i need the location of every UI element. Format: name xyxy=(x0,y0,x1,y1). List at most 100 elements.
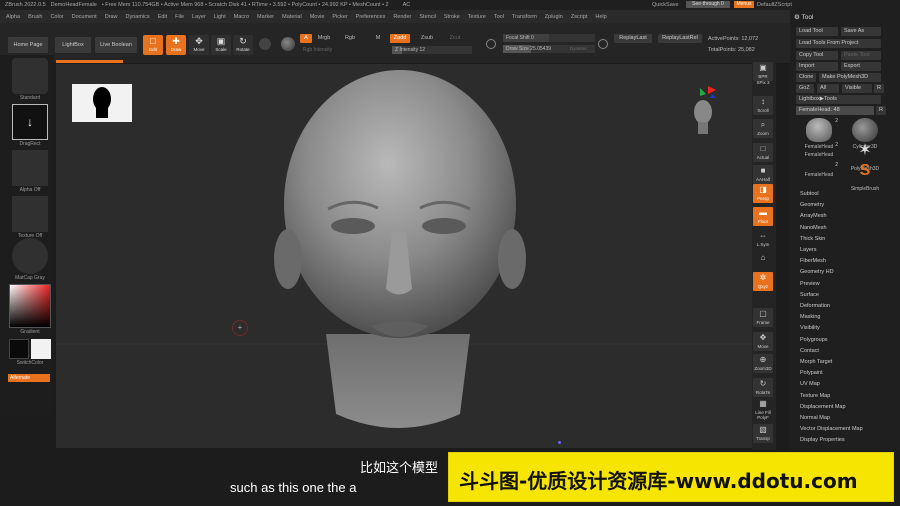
navigation-cube-icon[interactable] xyxy=(686,86,716,140)
load-tools-from-project-button[interactable]: Load Tools From Project xyxy=(796,39,881,48)
subpalette-polypaint[interactable]: Polypaint xyxy=(800,370,823,376)
actual-button[interactable]: □ Actual xyxy=(753,143,773,162)
scroll-button[interactable]: ↕ Scroll xyxy=(753,96,773,115)
alpha-selector[interactable]: Alpha Off xyxy=(9,150,51,193)
floor-button[interactable]: ▬ Floor xyxy=(753,207,773,226)
viewport-canvas[interactable] xyxy=(56,64,752,448)
subpalette-visibility[interactable]: Visibility xyxy=(800,325,820,331)
main-color-swatch[interactable] xyxy=(9,339,29,359)
menu-zscript[interactable]: Zscript xyxy=(571,14,588,20)
subpalette-layers[interactable]: Layers xyxy=(800,247,817,253)
r-button[interactable]: R xyxy=(874,84,884,93)
menu-draw[interactable]: Draw xyxy=(105,14,118,20)
menu-help[interactable]: Help xyxy=(595,14,606,20)
subpalette-thick-skin[interactable]: Thick Skin xyxy=(800,236,825,242)
lightbox-tools-button[interactable]: Lightbox▶Tools xyxy=(796,95,881,104)
menu-layer[interactable]: Layer xyxy=(192,14,206,20)
persp-button[interactable]: ◨ Persp xyxy=(753,184,773,203)
zsub-toggle[interactable]: Zsub xyxy=(418,34,436,43)
color-picker-square[interactable] xyxy=(9,284,51,328)
menu-stencil[interactable]: Stencil xyxy=(419,14,436,20)
current-tool-slider[interactable]: FemaleHead. 48 xyxy=(796,106,874,115)
menu-brush[interactable]: Brush xyxy=(28,14,42,20)
z-intensity-slider[interactable]: Z Intensity 12 xyxy=(392,46,472,54)
subpalette-surface[interactable]: Surface xyxy=(800,292,819,298)
live-boolean-button[interactable]: Live Boolean xyxy=(95,37,137,53)
move-button[interactable]: ✥ Move xyxy=(189,35,209,55)
clone-button[interactable]: Clone xyxy=(796,73,816,82)
menu-texture[interactable]: Texture xyxy=(468,14,486,20)
subpalette-arraymesh[interactable]: ArrayMesh xyxy=(800,213,827,219)
aahalf-button[interactable]: ■ AAHalf xyxy=(753,165,773,184)
dynamic-toggle[interactable]: Dynamic xyxy=(570,46,588,51)
menus-button[interactable]: Menus xyxy=(734,1,754,8)
subpalette-morph-target[interactable]: Morph Target xyxy=(800,359,832,365)
load-tool-button[interactable]: Load Tool xyxy=(796,27,838,36)
menu-preferences[interactable]: Preferences xyxy=(356,14,386,20)
menu-marker[interactable]: Marker xyxy=(257,14,274,20)
menu-file[interactable]: File xyxy=(175,14,184,20)
menu-light[interactable]: Light xyxy=(214,14,226,20)
rgb-toggle[interactable]: Rgb xyxy=(342,34,358,43)
m-toggle[interactable]: M xyxy=(372,34,384,43)
texture-selector[interactable]: Texture Off xyxy=(9,196,51,239)
edit-button[interactable]: □ Edit xyxy=(143,35,163,55)
visible-button[interactable]: Visible xyxy=(842,84,872,93)
scale-button[interactable]: ▣ Scale xyxy=(211,35,231,55)
default-zscript-button[interactable]: DefaultZScript xyxy=(757,2,792,8)
material-sphere-icon[interactable] xyxy=(259,38,271,50)
export-button[interactable]: Export xyxy=(841,62,881,71)
menu-transform[interactable]: Transform xyxy=(512,14,537,20)
zoom-button[interactable]: ⌕ Zoom xyxy=(753,119,773,138)
make-polymesh3d-button[interactable]: Make PolyMesh3D xyxy=(819,73,881,82)
draw-button[interactable]: ✚ Draw xyxy=(166,35,186,55)
menu-zplugin[interactable]: Zplugin xyxy=(545,14,563,20)
save-as-button[interactable]: Save As xyxy=(841,27,881,36)
subpalette-geometry-hd[interactable]: Geometry HD xyxy=(800,269,834,275)
alternate-button[interactable]: Alternate xyxy=(8,374,50,382)
subpalette-vector-displacement-map[interactable]: Vector Displacement Map xyxy=(800,426,863,432)
color-sphere-icon[interactable] xyxy=(281,37,295,51)
menu-material[interactable]: Material xyxy=(282,14,302,20)
menu-color[interactable]: Color xyxy=(50,14,63,20)
rotate-button[interactable]: ↻ RotaTe xyxy=(753,378,773,397)
see-through-slider[interactable]: See-through 0 xyxy=(686,1,730,8)
r-button-2[interactable]: R xyxy=(876,106,886,115)
menu-edit[interactable]: Edit xyxy=(158,14,167,20)
xyz-button[interactable]: ✲ Qxyz xyxy=(753,272,773,291)
menu-document[interactable]: Document xyxy=(72,14,97,20)
stroke-selector[interactable]: ↓ DragRect xyxy=(9,104,51,147)
subpalette-contact[interactable]: Contact xyxy=(800,348,819,354)
subpalette-fibermesh[interactable]: FiberMesh xyxy=(800,258,826,264)
replay-last-rel-button[interactable]: ReplayLastRel xyxy=(658,34,702,43)
menu-movie[interactable]: Movie xyxy=(310,14,325,20)
paste-tool-button[interactable]: Paste Tool xyxy=(841,51,881,60)
menu-dynamics[interactable]: Dynamics xyxy=(126,14,150,20)
focal-shift-slider[interactable]: Focal Shift 0 xyxy=(503,34,595,42)
replay-last-button[interactable]: ReplayLast xyxy=(614,34,652,43)
linefill-button[interactable]: ▦ Line Fill PolyF xyxy=(753,398,773,420)
subpalette-normal-map[interactable]: Normal Map xyxy=(800,415,830,421)
move-button[interactable]: ✥ Move xyxy=(753,332,773,351)
menu-alpha[interactable]: Alpha xyxy=(6,14,20,20)
mesh-simplebrush[interactable]: S SimpleBrush xyxy=(842,160,888,200)
lsym-button[interactable]: ⇔ L.Sym xyxy=(753,230,773,249)
lightbox-button[interactable]: LightBox xyxy=(55,37,91,53)
menu-macro[interactable]: Macro xyxy=(234,14,249,20)
subpalette-masking[interactable]: Masking xyxy=(800,314,820,320)
subpalette-preview[interactable]: Preview xyxy=(800,281,820,287)
subpalette-texture-map[interactable]: Texture Map xyxy=(800,393,830,399)
subpalette-deformation[interactable]: Deformation xyxy=(800,303,830,309)
subpalette-uv-map[interactable]: UV Map xyxy=(800,381,820,387)
switch-color[interactable]: SwitchColor xyxy=(9,339,51,366)
subpalette-nanomesh[interactable]: NanoMesh xyxy=(800,225,827,231)
subpalette-polygroups[interactable]: Polygroups xyxy=(800,337,828,343)
rotate-button[interactable]: ↻ Rotate xyxy=(233,35,253,55)
menu-picker[interactable]: Picker xyxy=(332,14,347,20)
transp-button[interactable]: ▧ Transp xyxy=(753,424,773,443)
goz-button[interactable]: GoZ xyxy=(796,84,814,93)
frame-button[interactable]: ▢ Frame xyxy=(753,308,773,327)
quicksave-button[interactable]: QuickSave xyxy=(652,2,679,8)
home-page-button[interactable]: Home Page xyxy=(8,37,48,53)
subpalette-displacement-map[interactable]: Displacement Map xyxy=(800,404,846,410)
